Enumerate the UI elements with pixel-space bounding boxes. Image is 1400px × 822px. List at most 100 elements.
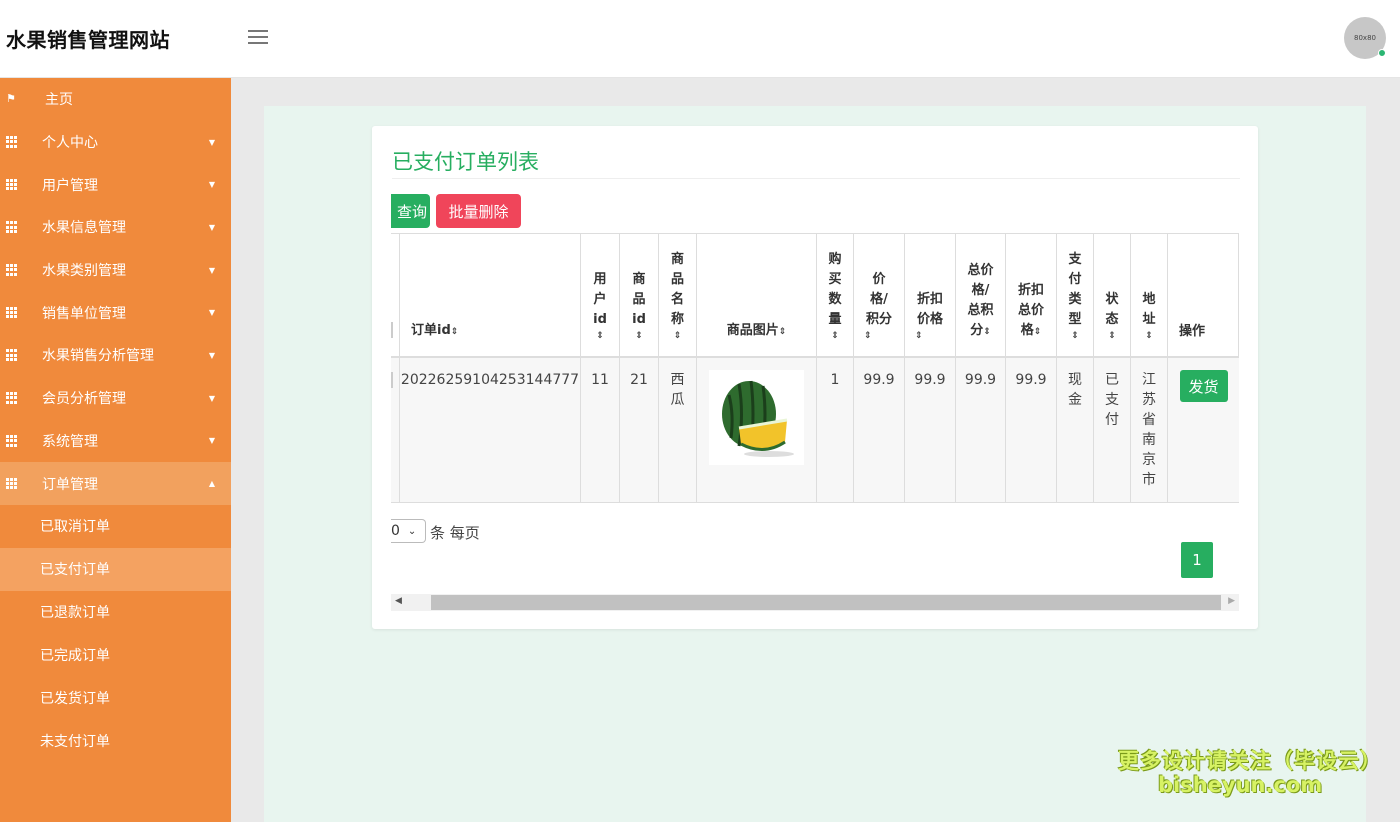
column-header: 操作 xyxy=(1168,234,1239,358)
caret-up-icon: ▲ xyxy=(208,479,215,489)
grid-icon xyxy=(6,221,18,234)
column-price: 价格/积分 ⇕ 99.9 xyxy=(854,234,905,502)
sidebar: ⚑ 主页 个人中心 ▼ 用户管理 ▼ 水果信息管理 ▼ 水果类别管理 ▼ 销售单… xyxy=(0,78,231,822)
caret-down-icon: ▼ xyxy=(208,308,215,318)
sub-item-refunded-orders[interactable]: 已退款订单 xyxy=(0,591,231,634)
column-header[interactable]: 地址 ⇕ xyxy=(1131,234,1167,358)
sidebar-item-fruit-category[interactable]: 水果类别管理 ▼ xyxy=(0,249,231,292)
sort-icon: ⇕ xyxy=(1033,327,1042,337)
column-order-id: 订单id⇕ 20226259104253144777 xyxy=(400,234,581,502)
sidebar-item-member-analysis[interactable]: 会员分析管理 ▼ xyxy=(0,377,231,420)
batch-delete-button[interactable]: 批量删除 xyxy=(436,194,521,228)
grid-icon xyxy=(6,136,18,148)
sidebar-item-personal-center[interactable]: 个人中心 ▼ xyxy=(0,121,231,164)
title-divider xyxy=(392,178,1240,179)
sort-icon: ⇕ xyxy=(596,331,604,341)
column-header[interactable]: 折扣价格 ⇕ xyxy=(905,234,955,358)
table-cell: 发货 xyxy=(1168,358,1239,502)
online-status-dot xyxy=(1378,49,1386,57)
table-cell: 99.9 xyxy=(1006,358,1056,502)
sort-icon: ⇕ xyxy=(778,327,787,337)
search-button[interactable]: 查询 xyxy=(391,194,430,228)
column-action: 操作 发货 xyxy=(1168,234,1239,502)
column-header[interactable]: 支付类型 ⇕ xyxy=(1057,234,1093,358)
column-header[interactable]: 价格/积分 ⇕ xyxy=(854,234,904,358)
grid-icon xyxy=(6,349,18,362)
grid-icon xyxy=(6,264,18,276)
grid-icon xyxy=(6,392,18,404)
column-header[interactable]: 商品图片⇕ xyxy=(697,234,816,358)
sub-item-paid-orders[interactable]: 已支付订单 xyxy=(0,547,231,591)
watermark-line-1: 更多设计请关注（毕设云） xyxy=(1118,749,1382,773)
column-header[interactable]: 折扣总价格⇕ xyxy=(1006,234,1056,358)
menu-toggle-icon[interactable] xyxy=(248,30,268,46)
sub-item-cancelled-orders[interactable]: 已取消订单 xyxy=(0,505,231,548)
table-cell: 20226259104253144777 xyxy=(400,358,580,502)
column-product-id: 商品id ⇕ 21 xyxy=(620,234,659,502)
sort-icon: ⇕ xyxy=(673,331,682,341)
horizontal-scrollbar[interactable]: ◀ ▶ xyxy=(391,594,1239,611)
sidebar-item-sales-analysis[interactable]: 水果销售分析管理 ▼ xyxy=(0,334,231,377)
column-quantity: 购买数量 ⇕ 1 xyxy=(817,234,854,502)
table-cell: 现金 xyxy=(1057,358,1093,502)
sidebar-item-home[interactable]: ⚑ 主页 xyxy=(0,78,231,121)
ship-button[interactable]: 发货 xyxy=(1179,370,1228,402)
column-total-price: 总价格/总积分⇕ 99.9 xyxy=(956,234,1006,502)
sort-icon: ⇕ xyxy=(450,327,459,337)
sidebar-item-fruit-info[interactable]: 水果信息管理 ▼ xyxy=(0,206,231,249)
grid-icon xyxy=(6,306,18,319)
per-page-label: 条 每页 xyxy=(430,524,480,542)
column-header[interactable]: 商品id ⇕ xyxy=(620,234,658,358)
caret-down-icon: ▼ xyxy=(208,350,215,360)
caret-down-icon: ▼ xyxy=(208,222,215,232)
page-size-select[interactable]: 0 ⌄ xyxy=(391,519,426,543)
chevron-down-icon: ⌄ xyxy=(407,525,417,537)
column-user-id: 用户id ⇕ 11 xyxy=(581,234,620,502)
sort-icon: ⇕ xyxy=(983,327,991,337)
scrollbar-thumb[interactable] xyxy=(431,595,1221,610)
table-cell: 已支付 xyxy=(1094,358,1130,502)
orders-table: 订单id⇕ 20226259104253144777 用户id ⇕ 11 商品id… xyxy=(391,233,1239,503)
sidebar-item-user-management[interactable]: 用户管理 ▼ xyxy=(0,163,231,206)
grid-icon xyxy=(6,477,18,490)
column-status: 状态 ⇕ 已支付 xyxy=(1094,234,1131,502)
column-header[interactable]: 总价格/总积分⇕ xyxy=(956,234,1005,358)
caret-down-icon: ▼ xyxy=(208,137,215,147)
column-header[interactable]: 商品名称 ⇕ xyxy=(659,234,696,358)
sidebar-item-system[interactable]: 系统管理 ▼ xyxy=(0,420,231,463)
column-product-image: 商品图片⇕ xyxy=(697,234,817,502)
pagination-page-1[interactable]: 1 xyxy=(1181,542,1213,578)
column-header[interactable]: 购买数量 ⇕ xyxy=(817,234,853,358)
column-header[interactable]: 状态 ⇕ xyxy=(1094,234,1130,358)
sort-icon: ⇕ xyxy=(831,331,839,341)
column-header[interactable]: 订单id⇕ xyxy=(400,234,580,358)
row-checkbox-edge[interactable] xyxy=(391,372,393,388)
grid-icon xyxy=(6,434,18,447)
sub-item-unpaid-orders[interactable]: 未支付订单 xyxy=(0,720,231,763)
page-scrollbar[interactable] xyxy=(1382,78,1400,822)
table-cell: 西瓜 xyxy=(659,358,696,502)
product-image xyxy=(709,370,804,465)
column-address: 地址 ⇕ 江苏省南京市 xyxy=(1131,234,1168,502)
sort-icon: ⇕ xyxy=(1145,331,1153,341)
sidebar-item-sales-unit[interactable]: 销售单位管理 ▼ xyxy=(0,291,231,334)
sub-item-shipped-orders[interactable]: 已发货订单 xyxy=(0,677,231,720)
sort-icon: ⇕ xyxy=(635,331,643,341)
sidebar-item-orders[interactable]: 订单管理 ▲ xyxy=(0,462,231,505)
sub-item-completed-orders[interactable]: 已完成订单 xyxy=(0,634,231,677)
app-title: 水果销售管理网站 xyxy=(6,28,170,52)
column-discount-total: 折扣总价格⇕ 99.9 xyxy=(1006,234,1057,502)
checkbox-edge[interactable] xyxy=(391,322,393,338)
scroll-left-icon[interactable]: ◀ xyxy=(395,596,402,606)
table-cell xyxy=(697,358,816,502)
watermark-line-2: bisheyun.com xyxy=(1158,773,1323,797)
column-discount-price: 折扣价格 ⇕ 99.9 xyxy=(905,234,956,502)
column-pay-type: 支付类型 ⇕ 现金 xyxy=(1057,234,1094,502)
caret-down-icon: ▼ xyxy=(208,393,215,403)
column-header[interactable]: 用户id ⇕ xyxy=(581,234,619,358)
table-cell: 江苏省南京市 xyxy=(1131,358,1167,502)
checkbox-column xyxy=(391,234,400,502)
sort-icon: ⇕ xyxy=(864,331,872,341)
table-cell: 11 xyxy=(581,358,619,502)
scroll-right-icon[interactable]: ▶ xyxy=(1228,596,1235,606)
